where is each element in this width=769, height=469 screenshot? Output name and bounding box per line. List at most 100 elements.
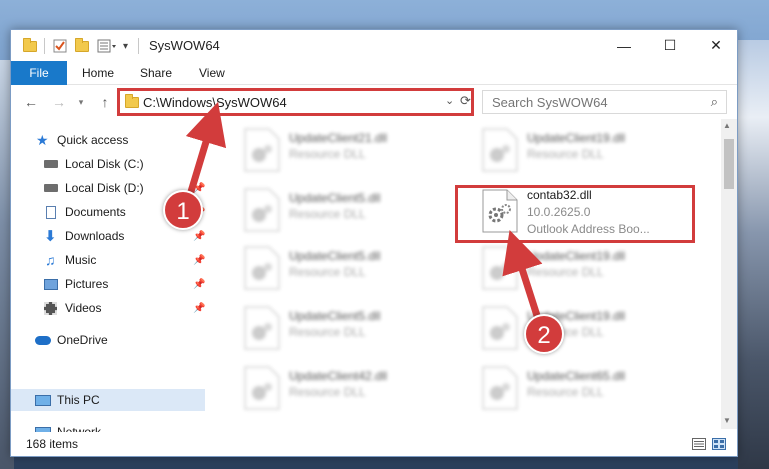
large-icons-view-icon[interactable]: [712, 438, 726, 450]
navigation-pane: ★ Quick access Local Disk (C:) Local Dis…: [11, 119, 205, 439]
file-name: UpdateClient5.dll: [289, 191, 381, 205]
scroll-down-icon[interactable]: ▼: [723, 416, 731, 425]
list-item[interactable]: UpdateClient21.dll Resource DLL: [243, 127, 463, 175]
customize-toolbar-chevron-icon[interactable]: ▾: [123, 37, 128, 55]
toolbar-separator: [44, 38, 45, 54]
file-name: UpdateClient42.dll: [289, 369, 388, 383]
file-type: Resource DLL: [527, 265, 604, 279]
dll-file-icon: [482, 128, 518, 172]
tab-file[interactable]: File: [11, 61, 67, 85]
sidebar-item-label: Pictures: [65, 277, 109, 291]
dll-file-icon: [482, 246, 518, 290]
list-item[interactable]: UpdateClient5.dll Resource DLL: [243, 245, 463, 293]
pin-icon[interactable]: 📌: [193, 183, 205, 194]
recent-locations-chevron-icon[interactable]: ▾: [71, 91, 91, 113]
search-box[interactable]: ⌕: [482, 90, 727, 114]
status-bar: 168 items: [11, 432, 737, 456]
dll-file-icon: [244, 306, 280, 350]
list-item[interactable]: UpdateClient5.dll Resource DLL: [243, 187, 463, 235]
desktop-wallpaper-right: [738, 40, 769, 469]
sidebar-item-label: Documents: [65, 205, 126, 219]
scroll-thumb[interactable]: [724, 139, 734, 189]
dll-file-icon: [244, 366, 280, 410]
item-count: 168 items: [26, 437, 79, 451]
vertical-scrollbar[interactable]: ▲ ▼: [721, 119, 737, 429]
sidebar-item-label: Videos: [65, 301, 102, 315]
ribbon-tabs: File Home Share View: [11, 61, 737, 85]
new-folder-icon[interactable]: [75, 37, 89, 55]
star-icon: ★: [36, 131, 49, 148]
file-type: Resource DLL: [289, 385, 366, 399]
list-item[interactable]: UpdateClient19.dll Resource DLL: [481, 305, 701, 353]
pin-icon[interactable]: 📌: [193, 231, 205, 242]
dll-file-icon: [244, 188, 280, 232]
drive-icon: [44, 184, 58, 192]
sidebar-item-onedrive[interactable]: OneDrive: [11, 329, 205, 351]
list-item[interactable]: UpdateClient19.dll Resource DLL: [481, 127, 701, 175]
file-explorer-window: ▾ SysWOW64 — ☐ ✕ File Home Share View ← …: [10, 29, 738, 457]
sidebar-item-label: Downloads: [65, 229, 125, 243]
list-item[interactable]: UpdateClient19.dll Resource DLL: [481, 245, 701, 293]
pin-icon[interactable]: 📌: [193, 255, 205, 266]
step-marker-one: 1: [163, 190, 203, 230]
toolbar-separator: [138, 38, 139, 54]
list-item[interactable]: UpdateClient42.dll Resource DLL: [243, 365, 463, 413]
title-bar: ▾ SysWOW64 — ☐ ✕: [11, 30, 737, 61]
file-type: Resource DLL: [289, 265, 366, 279]
maximize-button[interactable]: ☐: [647, 30, 693, 61]
properties-check-icon[interactable]: [53, 37, 67, 55]
file-name: UpdateClient65.dll: [527, 369, 626, 383]
file-name: UpdateClient19.dll: [527, 131, 626, 145]
file-name: UpdateClient5.dll: [289, 309, 381, 323]
window-title: SysWOW64: [149, 38, 220, 53]
dll-file-icon: [482, 366, 518, 410]
file-highlight-box: [455, 185, 695, 243]
close-button[interactable]: ✕: [693, 30, 739, 61]
sidebar-item-label: Local Disk (C:): [65, 157, 144, 171]
details-view-icon[interactable]: [692, 438, 706, 450]
sidebar-item-label: Music: [65, 253, 97, 267]
tab-view[interactable]: View: [199, 61, 225, 85]
up-arrow-icon[interactable]: ↑: [95, 91, 115, 113]
dll-file-icon: [482, 306, 518, 350]
tab-home[interactable]: Home: [82, 61, 114, 85]
file-type: Resource DLL: [527, 385, 604, 399]
navigation-bar: ← → ▾ ↑ C:\Windows\SysWOW64 ⌄ ⟳ ⌕: [11, 86, 737, 118]
minimize-button[interactable]: —: [601, 30, 647, 61]
cloud-icon: [35, 335, 51, 345]
downloads-icon: ⬇: [44, 228, 57, 245]
sidebar-item-pictures[interactable]: Pictures 📌: [11, 273, 205, 295]
search-icon[interactable]: ⌕: [711, 94, 718, 110]
sidebar-item-label: Quick access: [57, 133, 129, 147]
file-list: UpdateClient21.dll Resource DLL UpdateCl…: [207, 119, 721, 429]
sidebar-item-label: This PC: [57, 393, 100, 407]
pin-icon[interactable]: 📌: [193, 279, 205, 290]
sidebar-item-music[interactable]: ♫ Music 📌: [11, 249, 205, 271]
sidebar-item-label: Local Disk (D:): [65, 181, 144, 195]
videos-icon: [44, 301, 57, 315]
scroll-up-icon[interactable]: ▲: [723, 121, 731, 130]
sidebar-item-videos[interactable]: Videos 📌: [11, 297, 205, 319]
file-name: UpdateClient5.dll: [289, 249, 381, 263]
view-options-icon[interactable]: [97, 37, 117, 55]
file-type: Resource DLL: [527, 147, 604, 161]
file-type: Resource DLL: [289, 147, 366, 161]
back-arrow-icon[interactable]: ←: [21, 91, 41, 113]
sidebar-item-local-disk-c[interactable]: Local Disk (C:): [11, 153, 205, 175]
file-type: Resource DLL: [289, 207, 366, 221]
list-item[interactable]: UpdateClient65.dll Resource DLL: [481, 365, 701, 413]
pin-icon[interactable]: 📌: [193, 303, 205, 314]
dll-file-icon: [244, 128, 280, 172]
tab-share[interactable]: Share: [140, 61, 172, 85]
documents-icon: [46, 205, 56, 219]
quick-access-folder-icon[interactable]: [23, 37, 37, 55]
sidebar-item-label: OneDrive: [57, 333, 108, 347]
list-item[interactable]: UpdateClient5.dll Resource DLL: [243, 305, 463, 353]
file-type: Resource DLL: [289, 325, 366, 339]
forward-arrow-icon[interactable]: →: [49, 91, 69, 113]
dll-file-icon: [244, 246, 280, 290]
sidebar-item-quick-access[interactable]: ★ Quick access: [11, 129, 205, 151]
search-input[interactable]: [483, 91, 703, 113]
file-name: UpdateClient19.dll: [527, 249, 626, 263]
sidebar-item-this-pc[interactable]: This PC: [11, 389, 205, 411]
